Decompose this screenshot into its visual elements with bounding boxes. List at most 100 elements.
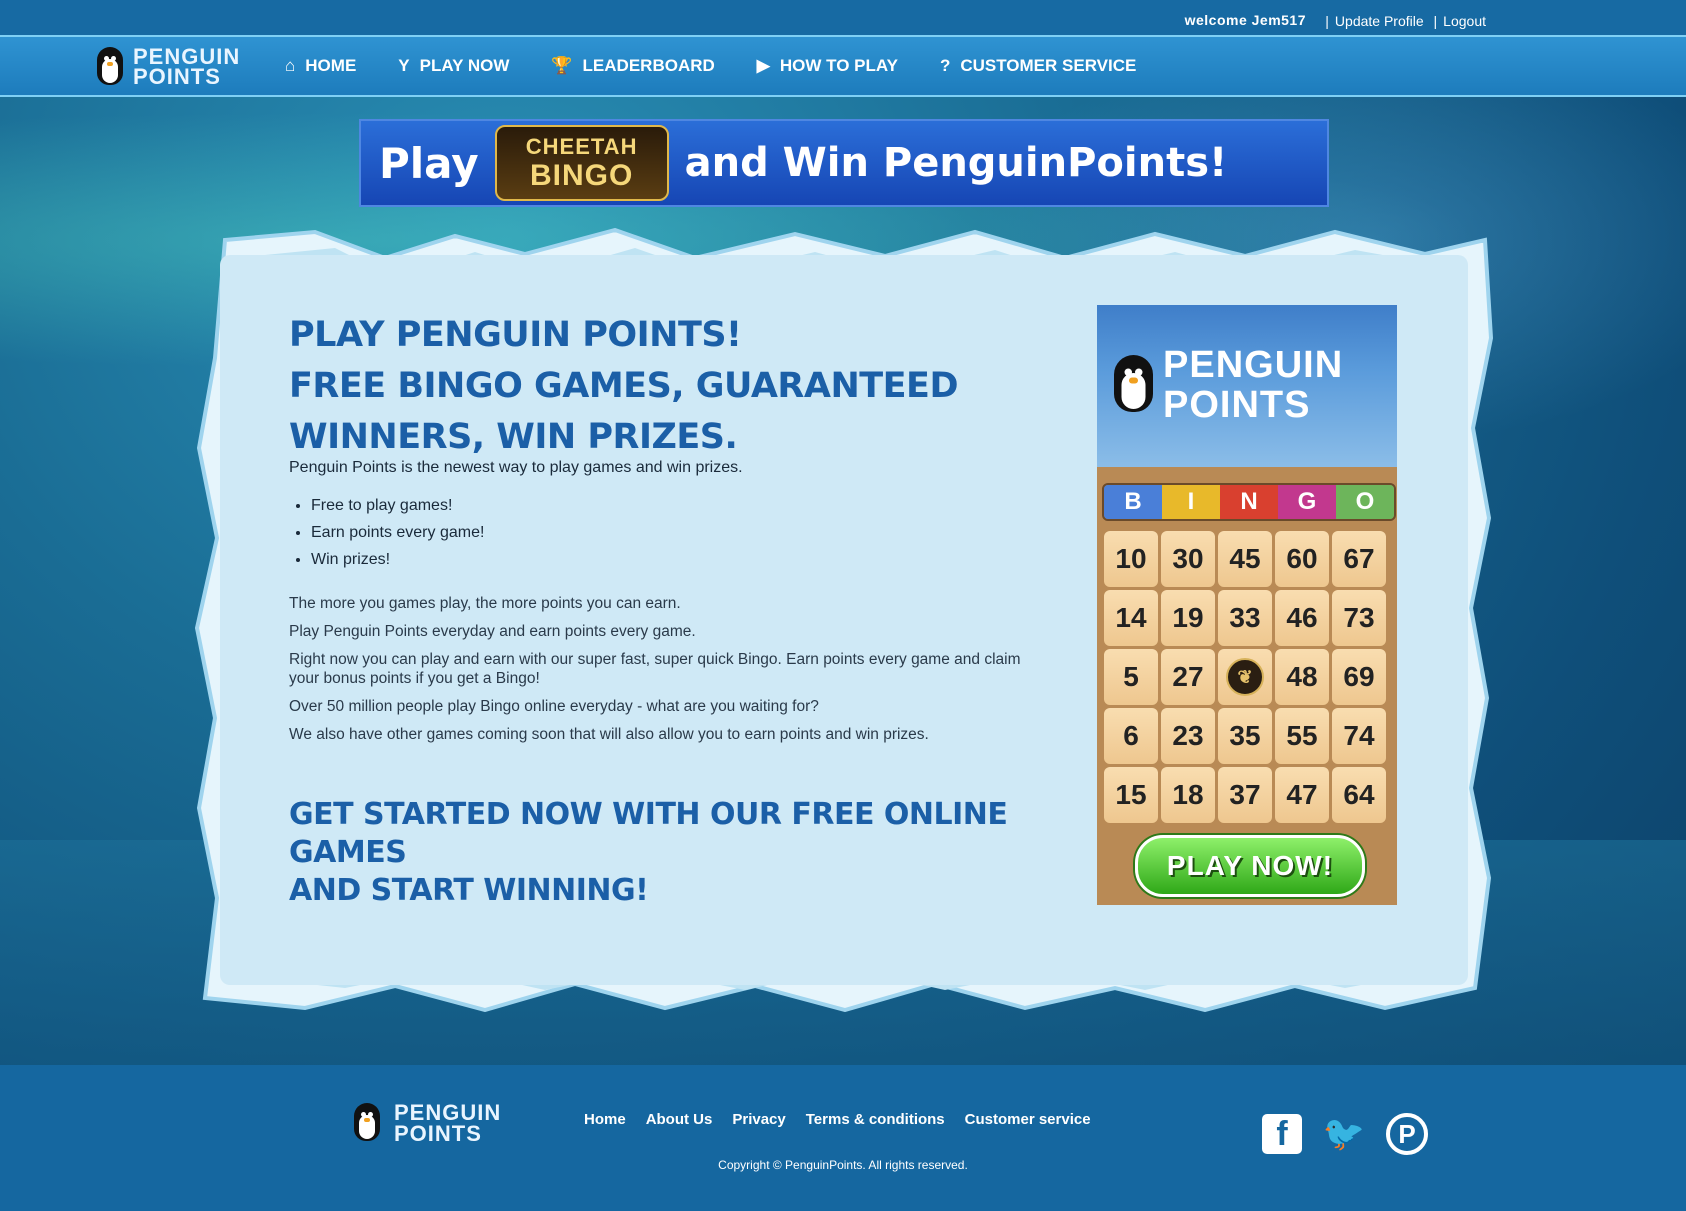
bingo-letters: BINGO xyxy=(1102,483,1396,521)
bingo-letter-g: G xyxy=(1278,485,1336,519)
bingo-letter-b: B xyxy=(1104,485,1162,519)
bingo-cell: 67 xyxy=(1332,531,1386,587)
bingo-cell: 27 xyxy=(1161,649,1215,705)
bingo-cell: 45 xyxy=(1218,531,1272,587)
penguin-icon xyxy=(1111,355,1156,415)
bingo-free-cell: ❦ xyxy=(1218,649,1272,705)
copyright: Copyright © PenguinPoints. All rights re… xyxy=(718,1158,968,1172)
bingo-cell: 73 xyxy=(1332,590,1386,646)
promo-banner[interactable]: Play CHEETAH BINGO and Win PenguinPoints… xyxy=(359,119,1329,207)
facebook-icon[interactable]: f xyxy=(1262,1114,1302,1154)
bingo-cell: 69 xyxy=(1332,649,1386,705)
cheetah-bingo-logo-top: CHEETAH xyxy=(525,134,638,159)
brand-line-2: POINTS xyxy=(133,64,221,89)
list-item: Win prizes! xyxy=(311,551,484,569)
cta-line-1: Get started now with our free online gam… xyxy=(289,797,1008,870)
card-logo-line-1: PENGUIN xyxy=(1163,344,1344,386)
cta-line-2: and start winning! xyxy=(289,873,649,908)
account-links: | Update Profile | Logout xyxy=(1325,13,1486,29)
nav-item-play-now[interactable]: Y PLAY NOW xyxy=(398,56,509,76)
footer-links: Home About Us Privacy Terms & conditions Cus… xyxy=(584,1111,1111,1128)
bingo-cell: 47 xyxy=(1275,767,1329,823)
card-logo-line-2: POINTS xyxy=(1163,384,1311,426)
footer-link-about-us[interactable]: About Us xyxy=(646,1111,713,1128)
footer-link-customer-service[interactable]: Customer service xyxy=(965,1111,1091,1128)
bingo-letter-i: I xyxy=(1162,485,1220,519)
nav-item-label: CUSTOMER SERVICE xyxy=(960,56,1137,75)
play-circle-icon: ▶ xyxy=(756,56,770,75)
footer-logo-line-1: PENGUIN xyxy=(394,1100,502,1125)
twitter-icon[interactable]: 🐦 xyxy=(1323,1114,1365,1154)
cta-heading: Get started now with our free online gam… xyxy=(289,796,1029,910)
footer-link-terms-conditions[interactable]: Terms & conditions xyxy=(806,1111,945,1128)
list-item: Earn points every game! xyxy=(311,524,484,542)
bingo-cell: 23 xyxy=(1161,708,1215,764)
nav-item-home[interactable]: ⌂ HOME xyxy=(285,56,356,76)
bingo-cell: 6 xyxy=(1104,708,1158,764)
logout-link[interactable]: Logout xyxy=(1443,13,1486,29)
bingo-cell: 55 xyxy=(1275,708,1329,764)
banner-tagline: and Win PenguinPoints! xyxy=(684,140,1228,186)
bingo-cell: 74 xyxy=(1332,708,1386,764)
welcome-text: welcome Jem517 xyxy=(1184,12,1306,28)
nav-item-label: PLAY NOW xyxy=(419,56,510,75)
bingo-card-promo[interactable]: PENGUIN POINTS BINGO 10 30 45 60 67 14 19 33 46 7… xyxy=(1097,305,1397,905)
penguin-icon xyxy=(95,47,125,87)
cheetah-bingo-logo: CHEETAH BINGO xyxy=(494,125,669,201)
bingo-letter-n: N xyxy=(1220,485,1278,519)
bingo-cell: 48 xyxy=(1275,649,1329,705)
pinterest-icon[interactable]: P xyxy=(1386,1113,1428,1155)
footer-logo-line-2: POINTS xyxy=(394,1121,482,1146)
update-profile-link[interactable]: Update Profile xyxy=(1335,13,1424,29)
bingo-cell: 37 xyxy=(1218,767,1272,823)
paragraph: Play Penguin Points everyday and earn po… xyxy=(289,623,696,640)
description: The more you games play, the more points… xyxy=(289,594,1029,753)
nav-item-how-to-play[interactable]: ▶ HOW TO PLAY xyxy=(757,56,898,76)
nav-menu: ⌂ HOME Y PLAY NOW 🏆 LEADERBOARD ▶ HOW TO PLAY? C… xyxy=(285,37,1178,95)
paw-icon: ❦ xyxy=(1226,658,1264,696)
trophy-icon: 🏆 xyxy=(551,56,573,75)
intro-text: Penguin Points is the newest way to play… xyxy=(289,459,743,476)
bingo-cell: 5 xyxy=(1104,649,1158,705)
heading-line-1: Play Penguin Points! xyxy=(289,315,742,355)
home-icon: ⌂ xyxy=(285,56,296,75)
bingo-cell: 30 xyxy=(1161,531,1215,587)
paragraph: The more you games play, the more points… xyxy=(289,595,681,612)
social-links: f 🐦 P xyxy=(1262,1113,1450,1155)
heading-line-3: Winners, Win Prizes. xyxy=(289,417,738,457)
bingo-cell: 35 xyxy=(1218,708,1272,764)
footer-logo[interactable]: PENGUIN POINTS xyxy=(352,1100,502,1146)
paragraph: Over 50 million people play Bingo online… xyxy=(289,698,819,715)
bingo-letter-o: O xyxy=(1336,485,1394,519)
main-navbar: PENGUIN POINTS ⌂ HOME Y PLAY NOW 🏆 LEADERBOAR… xyxy=(0,35,1686,97)
bingo-cell: 10 xyxy=(1104,531,1158,587)
footer-link-home[interactable]: Home xyxy=(584,1111,626,1128)
heading-line-2: Free Bingo Games, Guaranteed xyxy=(289,366,959,406)
cheetah-bingo-logo-bottom: BINGO xyxy=(529,159,634,192)
top-bar: welcome Jem517 | Update Profile | Logout xyxy=(0,0,1686,35)
brand-logo[interactable]: PENGUIN POINTS xyxy=(95,45,240,89)
footer-link-privacy[interactable]: Privacy xyxy=(732,1111,785,1128)
nav-item-label: HOW TO PLAY xyxy=(779,56,898,75)
bingo-cell: 15 xyxy=(1104,767,1158,823)
page-heading: Play Penguin Points! Free Bingo Games, G… xyxy=(289,310,1009,463)
penguin-icon xyxy=(352,1103,382,1143)
feature-list: Free to play games! Earn points every ga… xyxy=(289,497,484,578)
bingo-cell: 19 xyxy=(1161,590,1215,646)
banner-play-text: Play xyxy=(379,138,479,188)
card-header: PENGUIN POINTS xyxy=(1097,305,1397,467)
paragraph: We also have other games coming soon tha… xyxy=(289,726,929,743)
list-item: Free to play games! xyxy=(311,497,484,515)
play-now-button[interactable]: PLAY NOW! xyxy=(1135,835,1365,897)
bingo-cell: 60 xyxy=(1275,531,1329,587)
paragraph: Right now you can play and earn with our… xyxy=(289,651,1021,687)
question-circle-icon: ? xyxy=(939,56,951,75)
nav-item-leaderboard[interactable]: 🏆 LEADERBOARD xyxy=(551,56,714,76)
bingo-cell: 64 xyxy=(1332,767,1386,823)
nav-item-label: LEADERBOARD xyxy=(582,56,715,75)
bingo-cell: 18 xyxy=(1161,767,1215,823)
bingo-cell: 46 xyxy=(1275,590,1329,646)
footer: PENGUIN POINTS Home About Us Privacy Terms … xyxy=(0,1065,1686,1211)
cocktail-glass-icon: Y xyxy=(398,56,410,75)
nav-item-customer-service[interactable]: ? CUSTOMER SERVICE xyxy=(940,56,1136,76)
